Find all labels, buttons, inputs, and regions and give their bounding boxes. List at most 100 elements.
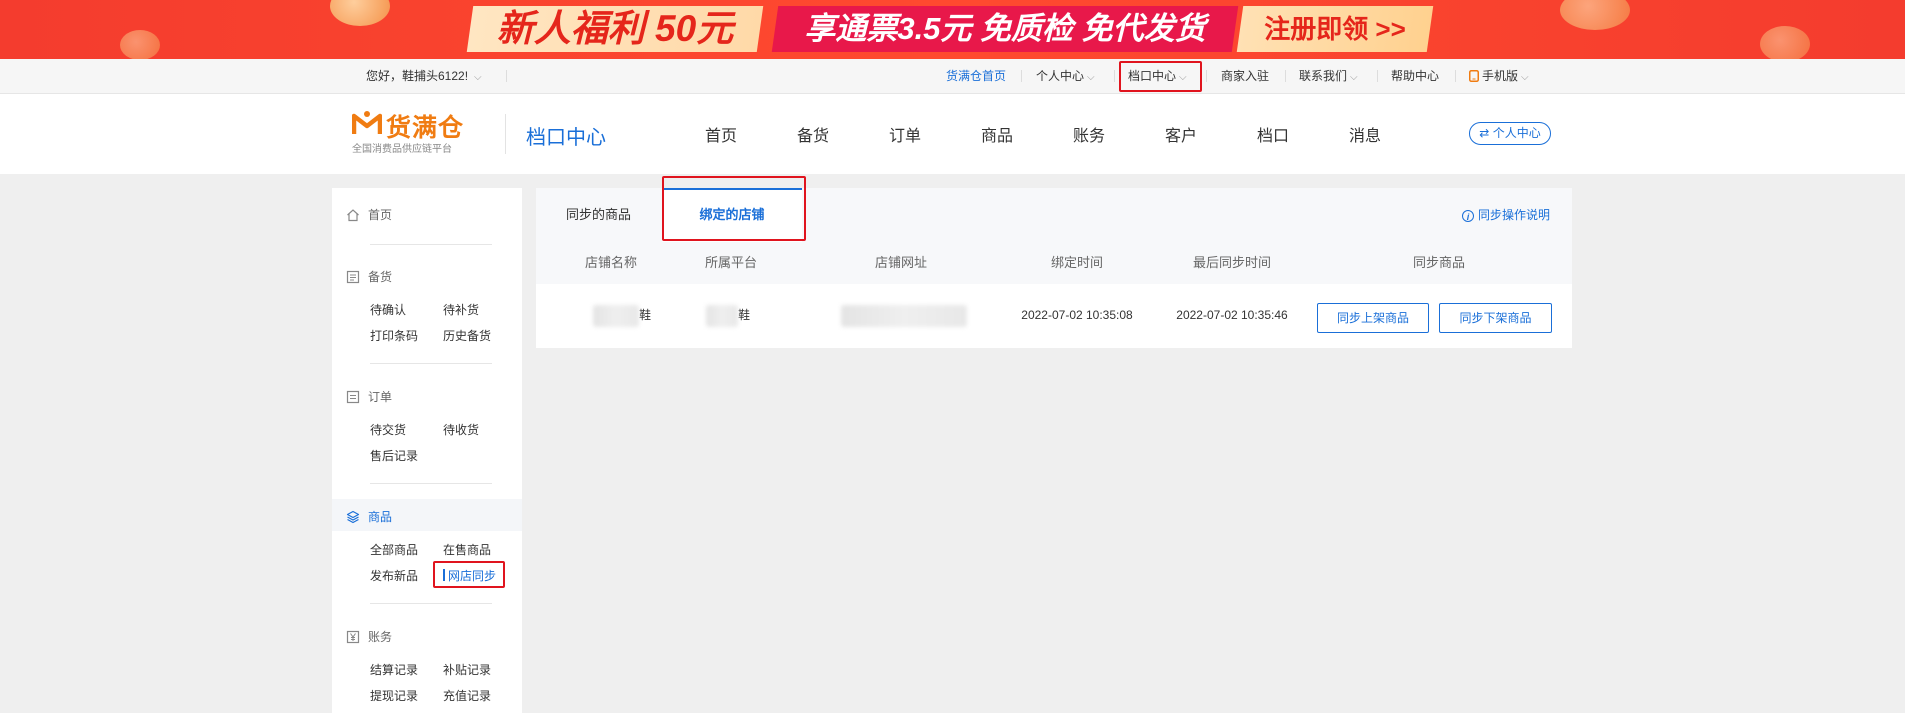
sidebar-item-withdrawal[interactable]: 提现记录 xyxy=(370,687,418,704)
banner-offer: 新人福利 50元 xyxy=(466,6,764,52)
chevron-down-icon: ⌵ xyxy=(1350,72,1358,83)
coin-decoration xyxy=(1560,0,1630,30)
tab-synced-products[interactable]: 同步的商品 xyxy=(566,188,631,242)
sidebar-item-publish-new[interactable]: 发布新品 xyxy=(370,567,418,584)
sidebar-item-recharge[interactable]: 充值记录 xyxy=(443,687,491,704)
redacted-text xyxy=(841,304,967,327)
main-header: 货满仓 全国消费品供应链平台 档口中心 首页 备货 订单 商品 账务 客户 档口… xyxy=(0,94,1905,174)
column-platform: 所属平台 xyxy=(704,255,757,270)
sidebar-item-all-products[interactable]: 全部商品 xyxy=(370,541,418,558)
divider xyxy=(1455,70,1456,82)
sidebar-group-stock: 备货 xyxy=(346,268,392,285)
home-icon xyxy=(347,209,359,222)
highlight-box xyxy=(1119,61,1202,92)
banner-register-text: 注册即领 >> xyxy=(1264,14,1406,44)
list-icon xyxy=(346,390,360,404)
logo-m-icon xyxy=(352,111,382,134)
link-merchant-join[interactable]: 商家入驻 xyxy=(1221,59,1269,93)
nav-products[interactable]: 商品 xyxy=(981,122,1013,146)
nav-accounts[interactable]: 账务 xyxy=(1073,122,1105,146)
chevron-down-icon: ⌵ xyxy=(1087,72,1095,83)
info-icon: i xyxy=(1461,210,1474,222)
user-greeting[interactable]: 您好，鞋捕头6122! ⌵ xyxy=(366,59,482,95)
redacted-text xyxy=(592,304,639,327)
link-home[interactable]: 货满仓首页 xyxy=(946,59,1006,93)
sidebar-label: 备货 xyxy=(368,270,393,284)
sidebar-item-home[interactable]: 首页 xyxy=(346,206,392,223)
nav-home[interactable]: 首页 xyxy=(705,122,737,146)
link-mobile[interactable]: 手机版 ⌵ xyxy=(1469,59,1529,95)
coin-decoration xyxy=(120,30,160,59)
logo-name: 货满仓 xyxy=(386,114,465,142)
cell-last-sync: 2022-07-02 10:35:46 xyxy=(1176,308,1288,322)
divider xyxy=(1206,70,1207,82)
chevron-down-icon: ⌵ xyxy=(1521,72,1529,83)
top-utility-bar: 您好，鞋捕头6122! ⌵ 货满仓首页 个人中心 ⌵ 档口中心 ⌵ 商家入驻 联系我们… xyxy=(0,59,1905,94)
link-personal-center[interactable]: 个人中心 ⌵ xyxy=(1036,59,1095,95)
sidebar-label: 商品 xyxy=(368,510,393,524)
column-last-sync: 最后同步时间 xyxy=(1192,255,1271,270)
promo-banner[interactable]: 新人福利 50元 享通票3.5元 免质检 免代发货 注册即领 >> xyxy=(0,0,1905,59)
divider xyxy=(506,70,507,82)
sidebar-item-to-confirm[interactable]: 待确认 xyxy=(370,301,406,318)
column-store-url: 店铺网址 xyxy=(874,255,927,270)
phone-icon xyxy=(1469,70,1479,82)
cell-store-name: 鞋 xyxy=(562,284,682,346)
sync-list-button[interactable]: 同步上架商品 xyxy=(1317,303,1429,333)
sidebar-item-stock-history[interactable]: 历史备货 xyxy=(443,327,491,344)
sidebar-label: 账务 xyxy=(368,630,393,644)
divider xyxy=(1285,70,1286,82)
platform-suffix: 鞋 xyxy=(737,308,750,322)
banner-register-button[interactable]: 注册即领 >> xyxy=(1236,6,1434,52)
sidebar-item-to-restock[interactable]: 待补货 xyxy=(443,301,479,318)
personal-center-button[interactable]: ⇄ 个人中心 xyxy=(1469,122,1551,145)
nav-orders[interactable]: 订单 xyxy=(889,122,921,146)
highlight-box xyxy=(433,561,505,588)
sidebar-group-products: 商品 xyxy=(346,508,392,525)
logo-tagline: 全国消费品供应链平台 xyxy=(352,144,452,155)
divider xyxy=(370,603,492,604)
help-link-label: 同步操作说明 xyxy=(1477,208,1550,222)
divider xyxy=(505,114,506,154)
link-help-center[interactable]: 帮助中心 xyxy=(1391,59,1439,93)
table-header: 店铺名称 所属平台 店铺网址 绑定时间 最后同步时间 同步商品 xyxy=(536,242,1572,284)
link-label: 个人中心 xyxy=(1036,69,1085,83)
divider xyxy=(1021,70,1022,82)
sidebar-group-accounts: 账务 xyxy=(346,628,392,645)
sync-help-link[interactable]: i 同步操作说明 xyxy=(1461,206,1550,223)
nav-customers[interactable]: 客户 xyxy=(1165,122,1197,146)
sidebar-item-to-deliver[interactable]: 待交货 xyxy=(370,421,406,438)
cell-store-url[interactable] xyxy=(836,284,972,346)
banner-perks: 享通票3.5元 免质检 免代发货 xyxy=(771,6,1239,52)
cell-bind-time: 2022-07-02 10:35:08 xyxy=(1021,308,1133,322)
divider xyxy=(1377,70,1378,82)
highlight-box xyxy=(662,176,806,241)
nav-stock[interactable]: 备货 xyxy=(797,122,829,146)
sidebar-group-orders: 订单 xyxy=(346,388,392,405)
bound-stores-panel: 同步的商品 绑定的店铺 i 同步操作说明 店铺名称 所属平台 店铺网址 绑定时间 … xyxy=(536,176,1572,348)
section-title: 档口中心 xyxy=(526,127,606,149)
link-contact-us[interactable]: 联系我们 ⌵ xyxy=(1299,59,1358,95)
link-label: 手机版 xyxy=(1482,69,1519,83)
store-name-suffix: 鞋 xyxy=(638,308,651,322)
divider xyxy=(370,363,492,364)
nav-stall[interactable]: 档口 xyxy=(1257,122,1289,146)
sidebar-item-subsidy[interactable]: 补贴记录 xyxy=(443,661,491,678)
sidebar-item-print-barcode[interactable]: 打印条码 xyxy=(370,327,418,344)
column-sync-products: 同步商品 xyxy=(1412,255,1465,270)
sidebar-item-after-sales[interactable]: 售后记录 xyxy=(370,447,418,464)
cell-platform: 鞋 xyxy=(678,284,778,346)
chevron-down-icon: ⌵ xyxy=(474,72,482,83)
banner-offer-text: 新人福利 50元 xyxy=(496,8,734,49)
sidebar-label: 订单 xyxy=(368,390,393,404)
sync-delist-button[interactable]: 同步下架商品 xyxy=(1439,303,1552,333)
sidebar-item-settlement[interactable]: 结算记录 xyxy=(370,661,418,678)
sidebar-label: 首页 xyxy=(368,208,393,222)
sidebar: 首页 备货 待确认 待补货 打印条码 历史备货 订单 待交货 待收货 售后记录 … xyxy=(332,188,522,713)
sidebar-item-on-sale[interactable]: 在售商品 xyxy=(443,541,491,558)
switch-icon: ⇄ xyxy=(1479,126,1490,140)
sidebar-item-to-receive[interactable]: 待收货 xyxy=(443,421,479,438)
yen-icon xyxy=(346,630,360,644)
clipboard-icon xyxy=(346,270,360,284)
nav-messages[interactable]: 消息 xyxy=(1349,122,1381,146)
